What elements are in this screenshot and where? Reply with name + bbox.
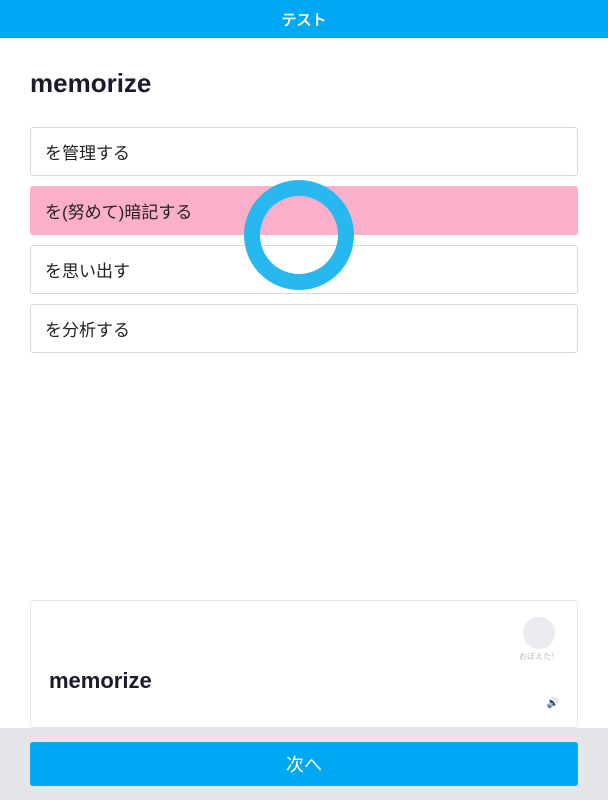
- choice-option[interactable]: を思い出す: [30, 245, 578, 294]
- bottom-bar: 次へ: [0, 728, 608, 800]
- main-content: memorize を管理する を(努めて)暗記する を思い出す を分析する: [0, 38, 608, 353]
- status-circle-icon[interactable]: [523, 617, 555, 649]
- page-title: テスト: [281, 9, 326, 30]
- card-status: おぼえた！: [519, 617, 559, 662]
- next-button[interactable]: 次へ: [30, 742, 578, 786]
- answer-card: おぼえた！ memorize 🔊: [30, 600, 578, 728]
- choice-list: を管理する を(努めて)暗記する を思い出す を分析する: [30, 127, 578, 353]
- choice-option[interactable]: を(努めて)暗記する: [30, 186, 578, 235]
- status-caption: おぼえた！: [519, 651, 559, 662]
- card-header: おぼえた！: [49, 617, 559, 662]
- sound-icon[interactable]: 🔊: [547, 698, 559, 709]
- choice-option[interactable]: を分析する: [30, 304, 578, 353]
- question-word: memorize: [30, 68, 578, 99]
- top-bar: テスト: [0, 0, 608, 38]
- card-word: memorize: [49, 668, 559, 694]
- choice-option[interactable]: を管理する: [30, 127, 578, 176]
